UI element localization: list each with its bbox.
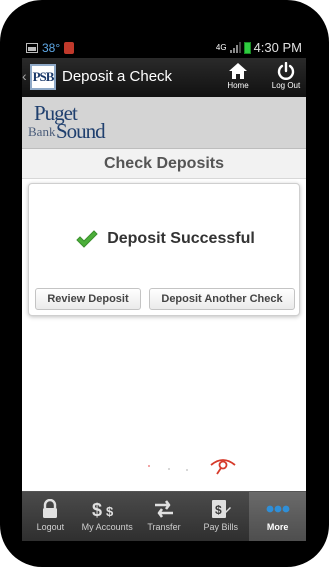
dollar-icon: $ $: [92, 500, 114, 519]
back-chevron-icon[interactable]: ‹: [22, 68, 27, 84]
battery-icon: [243, 41, 251, 54]
action-bar: ‹ PSB Deposit a Check Home Log Out: [22, 58, 306, 97]
home-icon: [229, 63, 247, 79]
tab-my-accounts[interactable]: $ $ My Accounts: [79, 492, 136, 541]
artifact-dot: [186, 469, 188, 471]
brand-header: Puget Bank Sound: [22, 97, 306, 149]
app-logo[interactable]: PSB: [30, 64, 56, 90]
status-bar: 38° 4G 4:30 PM: [22, 38, 306, 58]
svg-text:$: $: [106, 504, 114, 519]
logout-button[interactable]: Log Out: [266, 62, 306, 90]
status-left: 38°: [26, 41, 75, 55]
pay-bills-icon: $: [211, 500, 231, 518]
lock-icon: [43, 499, 58, 518]
more-dots-icon: [266, 505, 289, 513]
tab-label: My Accounts: [81, 522, 133, 532]
svg-text:$: $: [92, 500, 102, 519]
eye-icon: [210, 459, 236, 475]
checkmark-icon: [76, 230, 98, 248]
power-icon: [277, 62, 295, 80]
tab-label: Transfer: [147, 522, 181, 532]
transfer-arrows-icon: [154, 500, 173, 518]
deposit-result-card: Deposit Successful Review Deposit Deposi…: [28, 183, 300, 316]
status-right: 4G 4:30 PM: [216, 40, 302, 55]
screen-title: Deposit a Check: [62, 68, 173, 85]
tab-label: Pay Bills: [203, 522, 239, 532]
logout-label: Log Out: [271, 81, 301, 90]
home-label: Home: [227, 81, 249, 90]
tab-label: Logout: [36, 522, 65, 532]
success-message: Deposit Successful: [107, 230, 255, 247]
logo-line-sound: Sound: [56, 119, 106, 143]
tab-transfer[interactable]: Transfer: [136, 492, 193, 541]
artifact-dot: [148, 465, 150, 467]
page-heading: Check Deposits: [22, 149, 306, 179]
review-deposit-button[interactable]: Review Deposit: [35, 288, 141, 310]
artifact-dot: [168, 468, 170, 470]
clock: 4:30 PM: [253, 40, 302, 55]
home-button[interactable]: Home: [218, 62, 258, 90]
app-screen: 38° 4G 4:30 PM ‹ PSB Deposit a Check Hom…: [22, 38, 306, 541]
tab-more[interactable]: More: [249, 492, 306, 541]
logo-line-bank: Bank: [28, 124, 56, 139]
app-notification-icon: [64, 42, 75, 54]
gallery-notification-icon: [26, 43, 38, 53]
deposit-another-check-button[interactable]: Deposit Another Check: [149, 288, 295, 310]
signal-strength-icon: [229, 42, 241, 53]
bottom-tab-bar: Logout $ $ My Accounts Transfer $ Pay Bi…: [22, 491, 306, 541]
svg-text:$: $: [215, 503, 222, 517]
temperature-readout: 38°: [42, 41, 61, 55]
puget-sound-bank-logo: Puget Bank Sound: [28, 101, 118, 145]
tab-logout[interactable]: Logout: [22, 492, 79, 541]
tab-pay-bills[interactable]: $ Pay Bills: [192, 492, 249, 541]
success-message-row: Deposit Successful: [29, 226, 301, 252]
phone-frame: 38° 4G 4:30 PM ‹ PSB Deposit a Check Hom…: [0, 0, 329, 567]
network-type: 4G: [215, 42, 227, 52]
tab-label: More: [266, 522, 289, 532]
